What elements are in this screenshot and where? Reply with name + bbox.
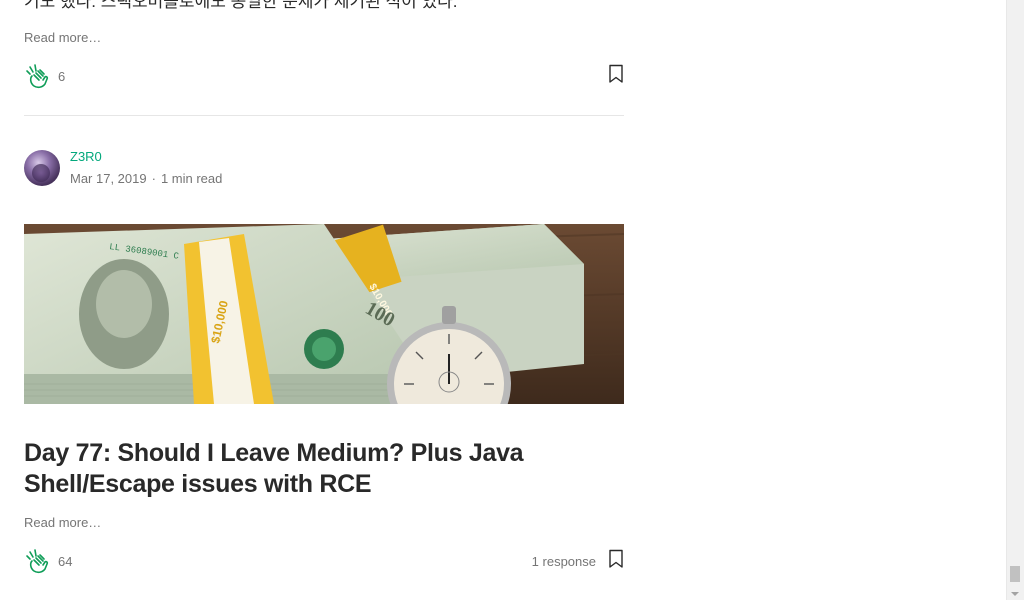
post-clap-button[interactable]: 64 [24,547,72,575]
bookmark-icon [608,64,624,89]
vertical-scrollbar[interactable] [1006,0,1024,600]
previous-post-clap-button[interactable]: 6 [24,62,65,90]
clap-icon [24,547,50,575]
page: 기도 했다. 스택오버플로에도 동일한 문제가 제기된 적이 있다. Read … [0,0,1024,600]
previous-post-clap-count: 6 [58,68,66,84]
read-time: 1 min read [160,171,223,186]
previous-post-read-more-link[interactable]: Read more… [24,30,101,45]
post-divider [24,115,624,116]
post-hero-image[interactable]: $10,000 $10,000 100 LL 36089001 C [24,224,624,404]
post-bookmark-button[interactable] [608,549,624,574]
meta-separator: · [151,171,156,186]
responses-link[interactable]: 1 response [532,554,596,569]
author-block: Z3R0 Mar 17, 2019 · 1 min read [24,149,222,187]
post-meta: Mar 17, 2019 · 1 min read [70,171,222,187]
previous-post-footer: 6 [24,61,624,91]
clap-icon [24,62,50,90]
previous-post-excerpt: 기도 했다. 스택오버플로에도 동일한 문제가 제기된 적이 있다. [24,0,458,11]
money-stopwatch-illustration: $10,000 $10,000 100 LL 36089001 C [24,224,624,404]
author-meta: Z3R0 Mar 17, 2019 · 1 min read [70,149,222,187]
bookmark-icon [608,549,624,574]
previous-post-bookmark-button[interactable] [608,64,624,89]
post-read-more-link[interactable]: Read more… [24,515,101,530]
post-title-link[interactable]: Day 77: Should I Leave Medium? Plus Java… [24,438,624,500]
post-clap-count: 64 [58,553,73,569]
post-footer: 64 1 response [24,546,624,576]
author-avatar[interactable] [24,150,60,186]
scrollbar-thumb[interactable] [1010,566,1020,582]
scroll-down-arrow-icon[interactable] [1011,592,1019,596]
post-date: Mar 17, 2019 [70,171,147,186]
author-name-link[interactable]: Z3R0 [70,149,222,165]
